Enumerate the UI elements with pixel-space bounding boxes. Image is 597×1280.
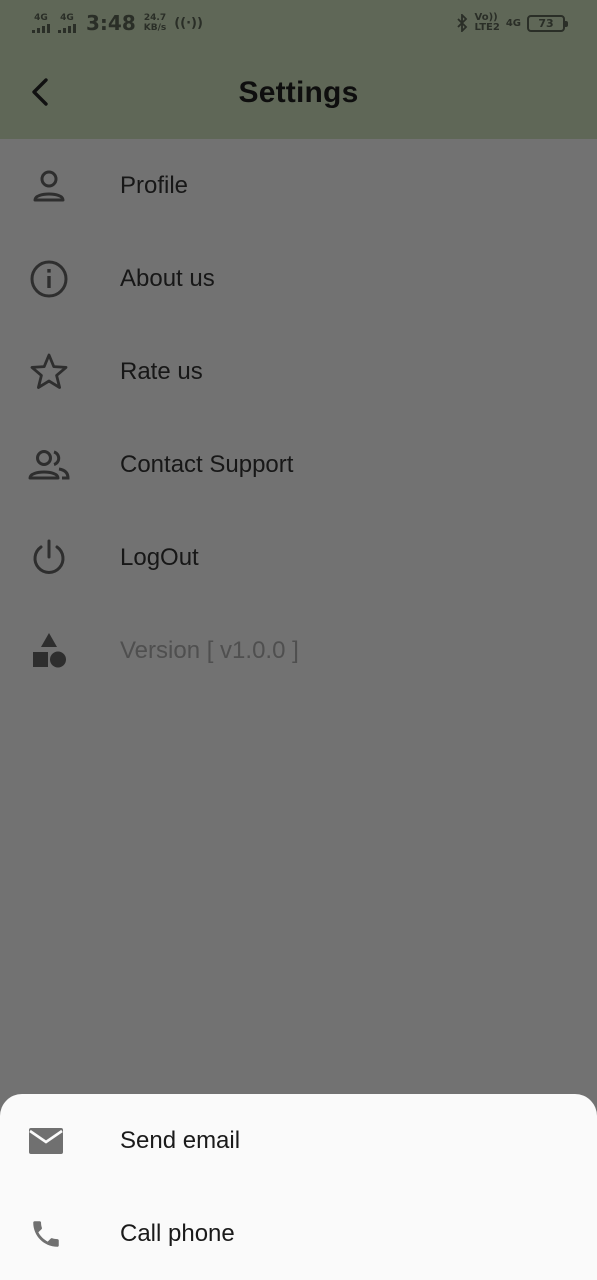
sim1-signal: 4G [32, 12, 50, 33]
menu-item-rate-us[interactable]: Rate us [0, 325, 597, 418]
signal-bars-icon [32, 23, 50, 33]
status-time: 3:48 [86, 11, 136, 35]
network-type-label: 4G [505, 17, 521, 29]
battery-icon: 73 [527, 14, 568, 32]
status-left: 4G 4G 3:48 24.7 KB/s ((·)) [32, 11, 203, 35]
star-icon [26, 349, 72, 395]
phone-icon [26, 1214, 66, 1254]
volte-indicator: Vo)) LTE2 [475, 13, 500, 33]
network-speed-value: 24.7 [143, 13, 167, 23]
signal-bars-icon [58, 23, 76, 33]
shapes-icon [26, 628, 72, 674]
app-bar: Settings [0, 46, 597, 139]
menu-item-label: About us [120, 264, 215, 292]
status-bar: 4G 4G 3:48 24.7 KB/s ((·)) Vo)) LTE2 4G … [0, 0, 597, 46]
people-icon [26, 442, 72, 488]
person-icon [26, 163, 72, 209]
status-right: Vo)) LTE2 4G 73 [455, 13, 568, 33]
call-phone-option[interactable]: Call phone [0, 1187, 597, 1280]
call-phone-label: Call phone [120, 1219, 235, 1247]
menu-item-label: Rate us [120, 357, 203, 385]
battery-level: 73 [538, 16, 554, 30]
sim1-network-label: 4G [34, 12, 48, 23]
chevron-left-icon [32, 78, 48, 106]
menu-item-label: Contact Support [120, 450, 294, 478]
network-speed-unit: KB/s [143, 23, 167, 33]
menu-item-logout[interactable]: LogOut [0, 511, 597, 604]
back-button[interactable] [22, 74, 58, 110]
sim2-network-label: 4G [60, 12, 74, 23]
menu-item-label: LogOut [120, 543, 199, 571]
menu-item-about-us[interactable]: About us [0, 232, 597, 325]
hotspot-icon: ((·)) [174, 15, 203, 31]
page-title: Settings [238, 75, 359, 109]
menu-item-profile[interactable]: Profile [0, 139, 597, 232]
volte-bottom-label: LTE2 [474, 22, 500, 33]
bluetooth-icon [456, 14, 467, 32]
menu-item-label: Profile [120, 171, 189, 199]
contact-bottom-sheet: Send email Call phone [0, 1094, 597, 1280]
network-speed: 24.7 KB/s [144, 13, 166, 33]
power-icon [26, 535, 72, 581]
menu-item-version: Version [ v1.0.0 ] [0, 604, 597, 697]
info-icon [26, 256, 72, 302]
menu-item-contact-support[interactable]: Contact Support [0, 418, 597, 511]
version-label: Version [ v1.0.0 ] [120, 636, 299, 664]
send-email-option[interactable]: Send email [0, 1094, 597, 1187]
mail-icon [26, 1121, 66, 1161]
sim2-signal: 4G [58, 12, 76, 33]
send-email-label: Send email [120, 1126, 241, 1154]
